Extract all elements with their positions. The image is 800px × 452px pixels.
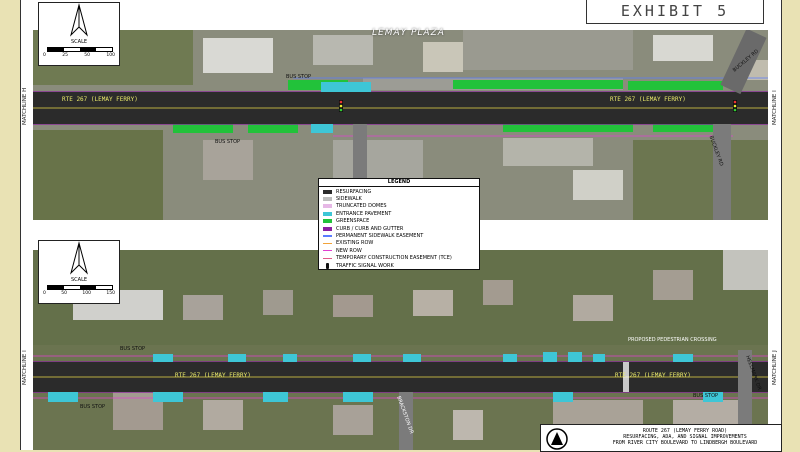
legend-list: RESURFACING SIDEWALK TRUNCATED DOMES ENTRAN… — [319, 188, 479, 269]
scale-tick: 50 — [84, 53, 91, 58]
legend-swatch — [326, 262, 329, 269]
legend-label: RESURFACING — [336, 188, 372, 195]
company-logo — [546, 428, 568, 450]
legend-label: EXISTING ROW — [336, 240, 374, 247]
legend-item: TRAFFIC SIGNAL WORK — [323, 262, 479, 269]
legend-swatch — [323, 250, 332, 252]
road-label: RTE 267 (LEMAY FERRY) — [610, 96, 686, 103]
legend-swatch — [323, 204, 332, 209]
legend-swatch — [323, 235, 332, 237]
legend-item: ENTRANCE PAVEMENT — [323, 210, 479, 217]
legend-item: GREENSPACE — [323, 218, 479, 225]
legend-item: PERMANENT SIDEWALK EASEMENT — [323, 232, 479, 239]
exhibit-title: EXHIBIT 5 — [586, 0, 764, 24]
north-arrow-scale-top: SCALE 0 25 50 100 — [38, 2, 120, 66]
scale-tick: 0 — [43, 291, 46, 296]
legend-label: ENTRANCE PAVEMENT — [336, 210, 392, 217]
bus-stop-label: BUS STOP — [286, 74, 312, 80]
legend-label: TRUNCATED DOMES — [336, 203, 387, 210]
legend-box: LEGEND RESURFACING SIDEWALK TRUNCATED DOME… — [318, 178, 480, 270]
scale-ticks: 0 25 50 100 — [43, 53, 115, 58]
legend-swatch — [323, 257, 332, 259]
bus-stop-label: BUS STOP — [693, 393, 719, 399]
road-label: RTE 267 (LEMAY FERRY) — [175, 372, 251, 379]
scale-tick: 25 — [62, 53, 68, 58]
title-block: ROUTE 267 (LEMAY FERRY ROAD) RESURFACING… — [540, 424, 782, 452]
legend-swatch — [323, 219, 332, 224]
scale-tick: 150 — [106, 291, 115, 296]
legend-swatch — [323, 211, 332, 216]
road-label: RTE 267 (LEMAY FERRY) — [615, 372, 691, 379]
legend-item: TRUNCATED DOMES — [323, 203, 479, 210]
legend-label: TEMPORARY CONSTRUCTION EASEMENT (TCE) — [336, 255, 452, 262]
legend-label: TRAFFIC SIGNAL WORK — [336, 262, 394, 269]
matchline-label: MATCHLINE J — [772, 350, 778, 385]
matchline-label: MATCHLINE I — [22, 350, 28, 385]
legend-item: RESURFACING — [323, 188, 479, 195]
scale-bar — [47, 285, 113, 290]
scale-bar — [47, 47, 113, 52]
legend-swatch — [323, 197, 332, 202]
title-block-text: ROUTE 267 (LEMAY FERRY ROAD) RESURFACING… — [591, 428, 779, 446]
legend-title: LEGEND — [319, 179, 479, 187]
crossing-label: PROPOSED PEDESTRIAN CROSSING — [628, 337, 717, 343]
scale-tick: 100 — [106, 53, 115, 58]
bus-stop-label: BUS STOP — [80, 404, 106, 410]
legend-item: CURB / CURB AND GUTTER — [323, 225, 479, 232]
scale-tick: 100 — [82, 291, 91, 296]
bus-stop-label: BUS STOP — [215, 139, 241, 145]
legend-item: EXISTING ROW — [323, 240, 479, 247]
scale-label: SCALE — [70, 277, 88, 283]
legend-label: PERMANENT SIDEWALK EASEMENT — [336, 233, 424, 240]
legend-label: SIDEWALK — [336, 196, 362, 203]
legend-item: SIDEWALK — [323, 195, 479, 202]
legend-label: CURB / CURB AND GUTTER — [336, 225, 404, 232]
matchline-label: MATCHLINE H — [22, 87, 28, 125]
north-arrow-icon — [70, 3, 88, 37]
plaza-label: LEMAY PLAZA — [372, 28, 445, 38]
north-arrow-scale-bottom: SCALE 0 50 100 150 — [38, 240, 120, 304]
road-label: RTE 267 (LEMAY FERRY) — [62, 96, 138, 103]
legend-swatch — [323, 189, 332, 194]
bus-stop-label: BUS STOP — [120, 346, 146, 352]
scale-label: SCALE — [70, 39, 88, 45]
legend-label: NEW ROW — [336, 247, 362, 254]
legend-swatch — [323, 242, 332, 245]
legend-label: GREENSPACE — [336, 218, 370, 225]
matchline-label: MATCHLINE I — [772, 90, 778, 125]
title-line: FROM RIVER CITY BOULEVARD TO LINDBERGH B… — [612, 440, 758, 446]
legend-item: TEMPORARY CONSTRUCTION EASEMENT (TCE) — [323, 255, 479, 262]
north-arrow-icon — [70, 241, 88, 275]
scale-tick: 0 — [43, 53, 46, 58]
scale-ticks: 0 50 100 150 — [43, 291, 115, 296]
legend-item: NEW ROW — [323, 247, 479, 254]
legend-swatch — [323, 226, 332, 231]
scale-tick: 50 — [61, 291, 67, 296]
